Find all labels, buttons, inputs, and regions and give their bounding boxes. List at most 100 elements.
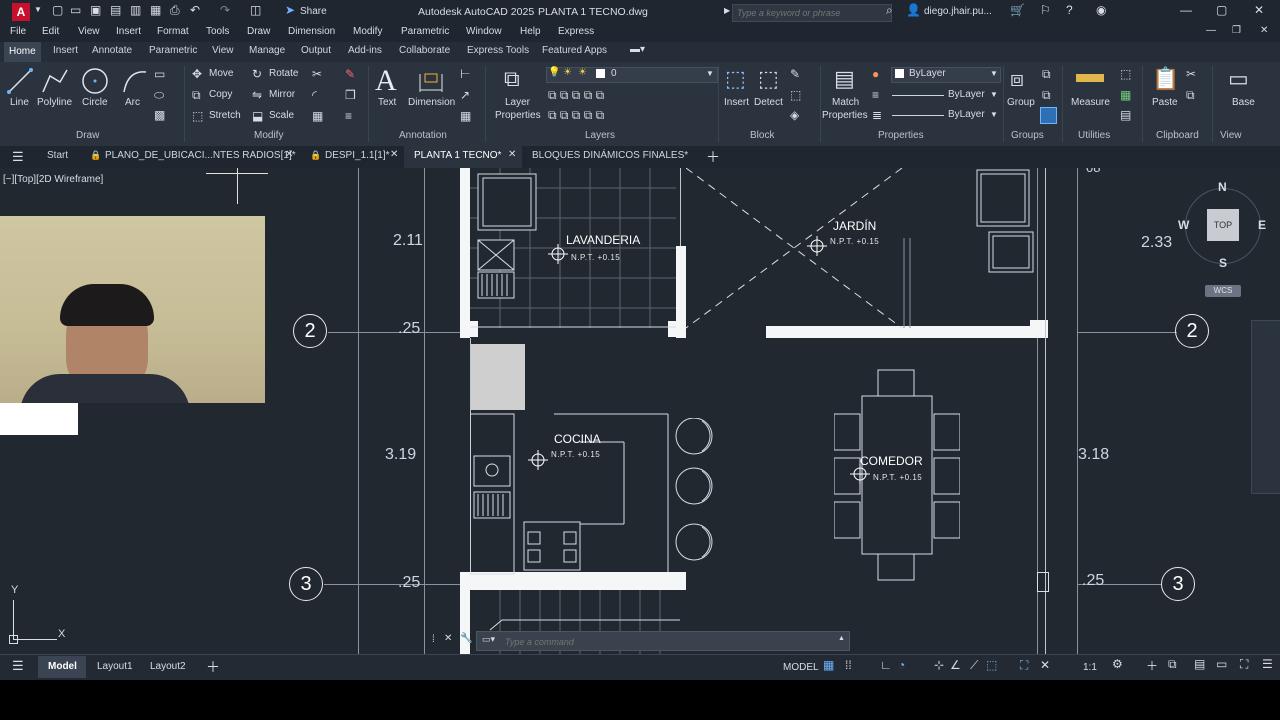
ribbon-options-icon[interactable]: ▬▾: [630, 44, 645, 55]
id-point-icon[interactable]: ▤: [1120, 108, 1131, 122]
tab-output[interactable]: Output: [301, 45, 331, 56]
utilities-panel-label[interactable]: Utilities: [1078, 130, 1110, 141]
match-properties-icon[interactable]: ▤: [834, 66, 855, 92]
new-tab-plus-icon[interactable]: ＋: [706, 147, 720, 167]
dimension-icon[interactable]: [416, 66, 446, 96]
ellipse-icon[interactable]: ⬭: [154, 88, 164, 103]
command-close-icon[interactable]: ✕: [444, 633, 452, 644]
layer-dropdown-chevron-icon[interactable]: ▼: [706, 69, 714, 78]
paste-button[interactable]: Paste: [1152, 97, 1178, 108]
group-icon[interactable]: ⧈: [1010, 66, 1024, 92]
tab-collaborate[interactable]: Collaborate: [399, 45, 450, 56]
menu-help[interactable]: Help: [520, 26, 541, 37]
share-icon[interactable]: ➤: [285, 3, 295, 17]
layers-panel-label[interactable]: Layers: [585, 130, 615, 141]
menu-draw[interactable]: Draw: [247, 26, 270, 37]
properties-panel-label[interactable]: Properties: [878, 130, 924, 141]
copy-button[interactable]: Copy: [209, 89, 232, 100]
menu-edit[interactable]: Edit: [42, 26, 59, 37]
quick-select-icon[interactable]: ⬚: [1120, 67, 1131, 81]
lineweight-chevron-icon[interactable]: ▼: [990, 90, 998, 99]
lineweight-icon[interactable]: ≡: [872, 88, 879, 102]
rotate-button[interactable]: Rotate: [269, 68, 298, 79]
line-button[interactable]: Line: [10, 97, 29, 108]
save-as-icon[interactable]: ▤: [110, 3, 121, 17]
wcs-menu[interactable]: WCS: [1205, 285, 1241, 297]
doc-tab-despi[interactable]: DESPI_1.1[1]*: [325, 150, 389, 161]
layer-tools-icon[interactable]: ⧉ ⧉ ⧉ ⧉ ⧉: [548, 108, 604, 123]
erase-icon[interactable]: ✎: [345, 67, 355, 81]
add-layout-icon[interactable]: ＋: [206, 657, 220, 677]
viewport-controls-label[interactable]: [−][Top][2D Wireframe]: [3, 174, 103, 185]
polyline-icon[interactable]: [40, 66, 70, 96]
annotation-panel-label[interactable]: Annotation: [399, 130, 447, 141]
workspace-gear-icon[interactable]: ⚙: [1112, 657, 1123, 671]
polyline-button[interactable]: Polyline: [37, 97, 72, 108]
plot-icon[interactable]: ▦: [150, 3, 161, 17]
circle-button[interactable]: Circle: [82, 97, 108, 108]
block-panel-label[interactable]: Block: [750, 130, 774, 141]
text-icon[interactable]: A: [375, 64, 397, 98]
paste-icon[interactable]: 📋: [1152, 66, 1179, 92]
app-menu-chevron-icon[interactable]: ▼: [34, 5, 42, 14]
match-properties-button[interactable]: Match: [832, 97, 859, 108]
isodraft-icon[interactable]: ⊹: [934, 658, 944, 672]
detect-button[interactable]: Detect: [754, 97, 783, 108]
doc-tab-planta-1-tecno[interactable]: PLANTA 1 TECNO*: [414, 150, 501, 161]
doc-tab-plano-ubicacion[interactable]: PLANO_DE_UBICACI...NTES RADIOS[1]*: [105, 150, 296, 161]
undo-icon[interactable]: ↶: [190, 3, 200, 17]
viewcube-east[interactable]: E: [1258, 218, 1266, 232]
quick-properties-icon[interactable]: ▤: [1194, 657, 1205, 671]
insert-block-button[interactable]: Insert: [724, 97, 749, 108]
leader-icon[interactable]: ↗: [460, 88, 470, 102]
new-file-icon[interactable]: ▢: [52, 3, 63, 17]
annotation-monitor-icon[interactable]: ＋: [1146, 657, 1158, 674]
polar-tracking-icon[interactable]: ◔: [898, 658, 905, 672]
stretch-button[interactable]: Stretch: [209, 110, 241, 121]
tab-view[interactable]: View: [212, 45, 234, 56]
grid-display-icon[interactable]: ▦: [823, 658, 834, 672]
tab-insert[interactable]: Insert: [53, 45, 78, 56]
menu-parametric[interactable]: Parametric: [401, 26, 449, 37]
layer-properties-button-line2[interactable]: Properties: [495, 110, 541, 121]
command-customize-icon[interactable]: 🔧: [460, 633, 472, 644]
tab-close-icon[interactable]: ✕: [508, 149, 516, 160]
base-view-button[interactable]: Base: [1232, 97, 1255, 108]
minimize-icon[interactable]: —: [1180, 3, 1192, 17]
cut-icon[interactable]: ✂: [1186, 67, 1196, 81]
drawing-canvas[interactable]: [−][Top][2D Wireframe] LAVANDERIA N.P.T.…: [0, 168, 1280, 654]
tab-home[interactable]: Home: [4, 42, 41, 62]
redo-icon[interactable]: ↷: [220, 3, 230, 17]
menu-express[interactable]: Express: [558, 26, 594, 37]
navigation-bar[interactable]: [1251, 320, 1280, 494]
menu-modify[interactable]: Modify: [353, 26, 382, 37]
layout-tab-model[interactable]: Model: [48, 661, 77, 672]
insert-block-icon[interactable]: ⬚: [725, 66, 746, 92]
ungroup-icon[interactable]: ⧉: [1042, 67, 1051, 82]
tab-annotate[interactable]: Annotate: [92, 45, 132, 56]
tab-close-icon[interactable]: ✕: [390, 149, 398, 160]
search-icon[interactable]: ⌕: [886, 3, 893, 18]
menu-format[interactable]: Format: [157, 26, 189, 37]
customization-icon[interactable]: ☰: [1262, 657, 1273, 671]
tab-express-tools[interactable]: Express Tools: [467, 45, 529, 56]
copy-clip-icon[interactable]: ⧉: [1186, 88, 1195, 103]
auto-scale-icon[interactable]: ✕: [1040, 658, 1050, 672]
community-icon[interactable]: ⚐: [1040, 3, 1051, 17]
user-icon[interactable]: 👤: [906, 3, 921, 17]
tab-add-ins[interactable]: Add-ins: [348, 45, 382, 56]
command-drag-handle-icon[interactable]: ⁞: [432, 634, 435, 645]
viewcube-west[interactable]: W: [1178, 218, 1189, 232]
linetype-icon[interactable]: ≣: [872, 108, 882, 122]
object-snap-tracking-icon[interactable]: ∠: [950, 658, 961, 672]
doc-tab-bloques-dinamicos[interactable]: BLOQUES DINÁMICOS FINALES*: [532, 150, 688, 161]
linetype-value[interactable]: ByLayer: [948, 109, 985, 120]
share-button[interactable]: Share: [300, 6, 327, 17]
close-icon[interactable]: ✕: [1254, 3, 1264, 17]
tab-manage[interactable]: Manage: [249, 45, 285, 56]
layout-tab-layout2[interactable]: Layout2: [150, 661, 186, 672]
group-edit-icon[interactable]: ⧉: [1042, 88, 1051, 103]
object-snap-icon[interactable]: ⟋: [970, 658, 978, 673]
tab-parametric[interactable]: Parametric: [149, 45, 197, 56]
trim-icon[interactable]: ✂: [312, 67, 322, 81]
